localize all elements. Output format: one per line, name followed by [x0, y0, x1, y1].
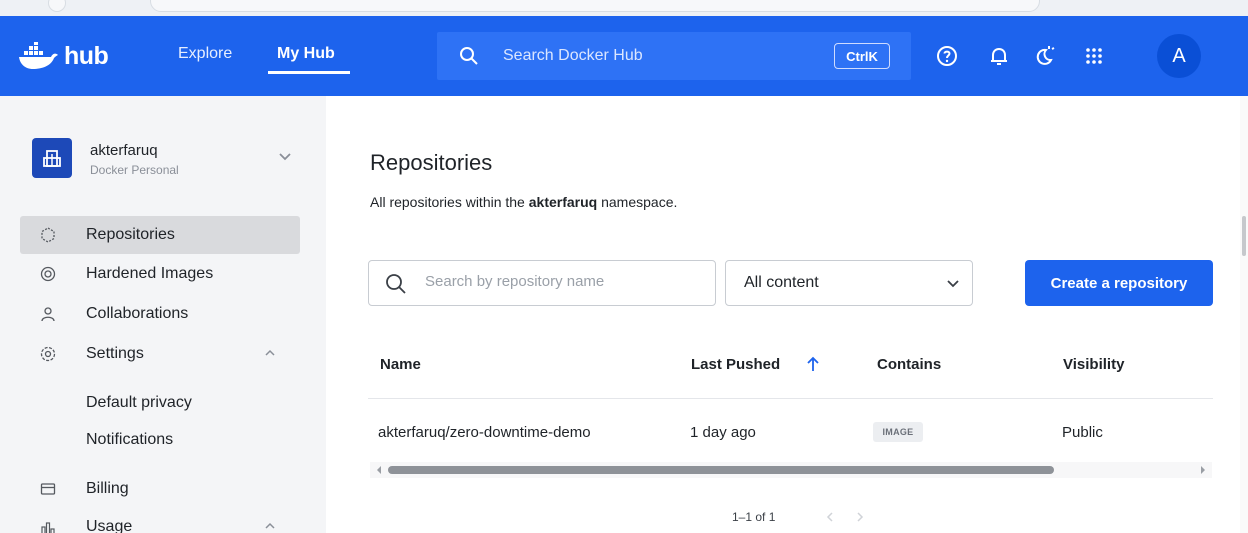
theme-toggle-icon[interactable]	[1032, 44, 1056, 68]
logo-text: hub	[64, 41, 109, 70]
browser-toolbar	[0, 0, 1248, 16]
sidebar-item-usage[interactable]: Usage	[20, 508, 300, 533]
sidebar-item-settings[interactable]: Settings	[20, 335, 300, 373]
org-name: akterfaruq	[90, 142, 158, 159]
user-avatar[interactable]: A	[1157, 34, 1201, 78]
subtitle-prefix: All repositories within the	[370, 194, 529, 210]
repositories-icon	[41, 227, 55, 243]
create-repository-button[interactable]: Create a repository	[1025, 260, 1213, 306]
sidebar-item-label: Repositories	[86, 226, 175, 243]
scroll-left-icon[interactable]	[376, 466, 382, 474]
table-header-divider	[368, 398, 1213, 399]
docker-hub-logo[interactable]: hub	[18, 40, 109, 72]
nav-active-indicator	[268, 71, 350, 74]
help-circle-icon[interactable]	[935, 44, 959, 68]
collaborations-icon	[41, 307, 55, 322]
content-filter-value: All content	[744, 274, 819, 291]
sidebar-item-label: Hardened Images	[86, 265, 214, 282]
search-icon	[386, 274, 406, 294]
sidebar-item-repositories[interactable]: Repositories	[20, 216, 300, 254]
sidebar-item-billing[interactable]: Billing	[20, 470, 300, 508]
sort-ascending-icon[interactable]	[806, 356, 820, 372]
scroll-right-icon[interactable]	[1200, 466, 1206, 474]
pagination-range: 1–1 of 1	[732, 510, 776, 524]
chevron-down-icon	[279, 153, 291, 161]
last-pushed-value: 1 day ago	[690, 424, 756, 441]
scrollbar-thumb[interactable]	[388, 466, 1054, 474]
content-filter-select[interactable]: All content	[725, 260, 973, 306]
org-type: Docker Personal	[90, 163, 179, 177]
column-header-contains: Contains	[877, 356, 942, 373]
sidebar: akterfaruq Docker Personal Repositories …	[0, 96, 326, 533]
sidebar-item-hardened-images[interactable]: Hardened Images	[20, 255, 300, 293]
org-building-icon	[32, 138, 72, 178]
column-header-visibility: Visibility	[1063, 356, 1125, 373]
browser-address-bar[interactable]	[150, 0, 1040, 12]
namespace-name: akterfaruq	[528, 194, 598, 210]
settings-icon	[40, 346, 56, 362]
repository-name-link[interactable]: akterfaruq/zero-downtime-demo	[378, 424, 591, 441]
sidebar-item-collaborations[interactable]: Collaborations	[20, 295, 300, 333]
pagination-next-icon[interactable]	[856, 512, 864, 522]
sidebar-item-label: Settings	[86, 345, 144, 362]
column-header-last-pushed[interactable]: Last Pushed	[691, 356, 780, 373]
global-search[interactable]: Search Docker Hub CtrlK	[437, 32, 911, 80]
column-header-name[interactable]: Name	[380, 356, 421, 373]
global-search-placeholder: Search Docker Hub	[503, 47, 643, 64]
sidebar-item-label: Collaborations	[86, 305, 189, 322]
sidebar-subitem-default-privacy[interactable]: Default privacy	[86, 394, 192, 412]
subtitle-suffix: namespace.	[597, 194, 678, 210]
apps-grid-icon[interactable]	[1082, 44, 1106, 68]
visibility-value: Public	[1062, 424, 1103, 441]
nav-explore[interactable]: Explore	[178, 45, 232, 63]
shortcut-hint: CtrlK	[834, 43, 890, 69]
docker-whale-icon	[19, 42, 58, 69]
search-icon	[460, 47, 478, 65]
repository-search-input[interactable]	[425, 273, 705, 290]
contains-badge: IMAGE	[873, 422, 923, 442]
chevron-up-icon	[265, 349, 275, 356]
repository-search[interactable]	[368, 260, 716, 306]
hardened-images-icon	[40, 266, 56, 282]
chevron-up-icon	[265, 522, 275, 529]
page-vertical-scrollbar[interactable]	[1240, 96, 1248, 533]
usage-icon	[41, 522, 55, 533]
sidebar-item-label: Billing	[86, 480, 129, 497]
browser-button[interactable]	[48, 0, 66, 12]
billing-icon	[40, 483, 56, 495]
page-title: Repositories	[370, 150, 493, 175]
bell-icon[interactable]	[987, 44, 1011, 68]
page-scrollbar-thumb[interactable]	[1242, 216, 1246, 256]
table-horizontal-scrollbar[interactable]	[370, 462, 1212, 478]
top-header: hub Explore My Hub Search Docker Hub Ctr…	[0, 16, 1248, 96]
pagination-prev-icon[interactable]	[826, 512, 834, 522]
sidebar-item-label: Usage	[86, 518, 133, 533]
chevron-down-icon	[947, 280, 959, 288]
page-subtitle: All repositories within the akterfaruq n…	[370, 194, 677, 210]
org-switcher[interactable]: akterfaruq Docker Personal	[32, 138, 300, 190]
nav-my-hub[interactable]: My Hub	[277, 45, 335, 63]
sidebar-subitem-notifications[interactable]: Notifications	[86, 431, 173, 449]
